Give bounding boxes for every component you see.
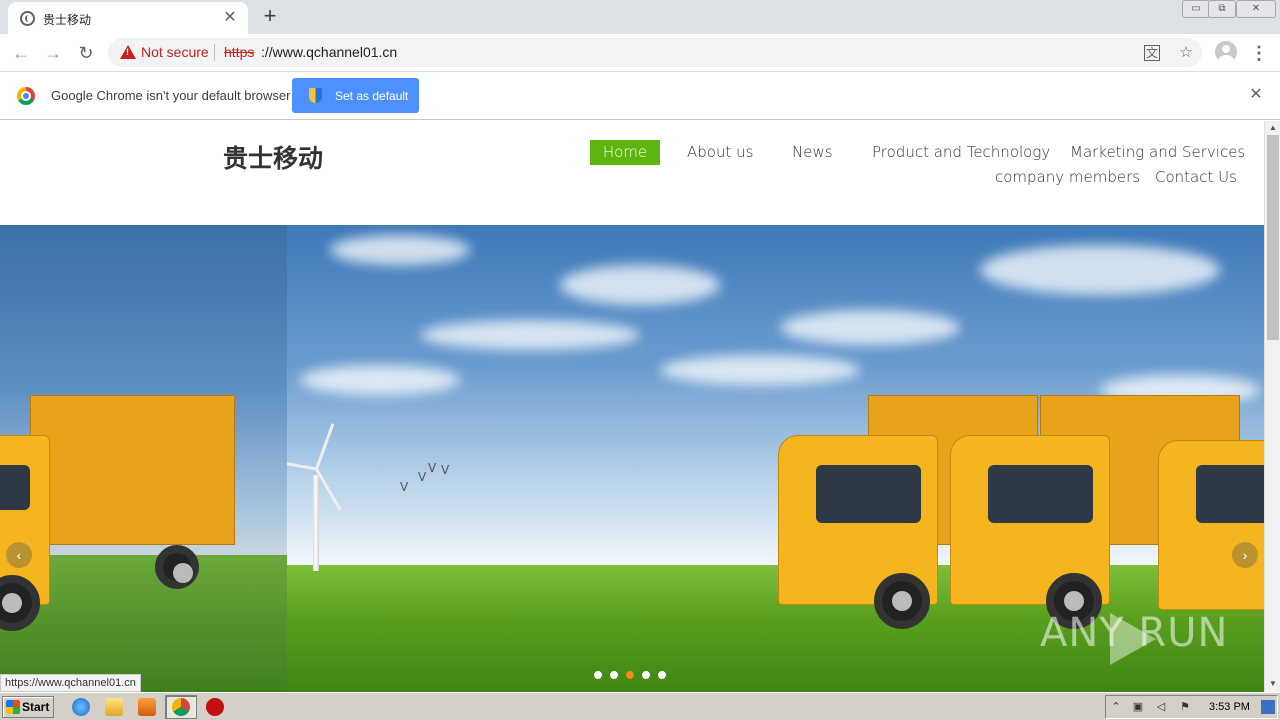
start-button[interactable]: Start: [2, 696, 54, 718]
hero-carousel[interactable]: ᐯ ᐯ ᐯ ᐯ ‹ › ANY RUN: [0, 225, 1264, 692]
set-as-default-label: Set as default: [335, 89, 409, 103]
nav-marketing-services[interactable]: Marketing and Services: [1070, 140, 1245, 165]
chrome-menu-icon[interactable]: ⋮: [1249, 41, 1269, 65]
minimize-button[interactable]: ▭: [1182, 0, 1210, 18]
anyrun-watermark: ANY RUN: [1040, 610, 1229, 656]
translate-icon[interactable]: 文: [1144, 45, 1160, 61]
uac-shield-icon: [309, 88, 322, 103]
profile-avatar-icon[interactable]: [1215, 41, 1237, 63]
scroll-up-icon[interactable]: ▲: [1265, 121, 1280, 135]
bird-icon: ᐯ: [428, 461, 437, 475]
truck-window: [816, 465, 921, 523]
truck-window: [1196, 465, 1264, 523]
truck-cargo-box: [30, 395, 235, 545]
internet-explorer-icon[interactable]: [72, 698, 90, 716]
new-tab-button[interactable]: +: [258, 5, 282, 29]
tab-title: 贵士移动: [43, 13, 92, 27]
link-status-bubble: https://www.qchannel01.cn: [0, 674, 141, 692]
browser-tab[interactable]: 贵士移动 ✕: [8, 2, 248, 34]
volume-icon[interactable]: ◁: [1154, 700, 1168, 714]
bird-icon: ᐯ: [418, 470, 427, 484]
forward-button[interactable]: →: [40, 40, 66, 66]
cloud: [980, 245, 1220, 295]
network-icon[interactable]: ▣: [1131, 700, 1145, 714]
nav-product-technology[interactable]: Product and Technology: [872, 140, 1050, 165]
file-explorer-icon[interactable]: [105, 698, 123, 716]
set-as-default-button[interactable]: Set as default: [292, 78, 419, 113]
nav-company-members[interactable]: company members: [995, 165, 1140, 190]
scrollbar-thumb[interactable]: [1267, 135, 1279, 340]
carousel-dot[interactable]: [642, 671, 650, 679]
turbine-blade: [315, 423, 335, 470]
default-browser-infobar: Google Chrome isn't your default browser…: [0, 71, 1280, 120]
bird-icon: ᐯ: [441, 463, 450, 477]
tray-expand-icon[interactable]: ⌃: [1109, 700, 1123, 714]
address-bar[interactable]: Not secure https ://www.qchannel01.cn 文 …: [108, 38, 1202, 67]
tab-strip: 贵士移动 ✕ + ▭ ⧉ ✕: [0, 0, 1280, 34]
warning-icon: [120, 45, 136, 59]
carousel-dot[interactable]: [658, 671, 666, 679]
chrome-taskbar-button[interactable]: [165, 695, 197, 719]
chrome-icon: [172, 698, 190, 716]
url-text: ://www.qchannel01.cn: [261, 44, 398, 60]
not-secure-label[interactable]: Not secure: [141, 44, 209, 60]
nav-news[interactable]: News: [792, 140, 833, 165]
chrome-logo-icon: [17, 87, 35, 105]
restore-button[interactable]: ⧉: [1208, 0, 1236, 18]
turbine-blade: [315, 468, 342, 512]
scroll-down-icon[interactable]: ▼: [1265, 677, 1280, 691]
windows-logo-icon: [6, 700, 20, 714]
window-close-button[interactable]: ✕: [1236, 0, 1276, 18]
cloud: [300, 365, 460, 395]
previous-slide-preview: [0, 225, 287, 692]
infobar-close-icon[interactable]: ✕: [1247, 86, 1265, 104]
carousel-dot[interactable]: [594, 671, 602, 679]
site-logo[interactable]: 贵士移动: [223, 139, 323, 175]
carousel-dot[interactable]: [610, 671, 618, 679]
cloud: [330, 235, 470, 265]
carousel-dot-active[interactable]: [626, 671, 634, 679]
media-player-icon[interactable]: [138, 698, 156, 716]
truck-window: [0, 465, 30, 510]
truck-window: [988, 465, 1093, 523]
cloud: [780, 310, 960, 345]
nav-home[interactable]: Home: [590, 140, 660, 165]
cloud: [660, 355, 860, 385]
opera-icon[interactable]: [206, 698, 224, 716]
omnibox-divider: [214, 44, 215, 61]
carousel-prev-button[interactable]: ‹: [6, 542, 32, 568]
page-scrollbar[interactable]: ▲ ▼: [1264, 121, 1280, 692]
nav-about-us[interactable]: About us: [687, 140, 753, 165]
show-desktop-icon[interactable]: [1261, 700, 1275, 714]
bird-icon: ᐯ: [400, 480, 409, 494]
back-button[interactable]: ←: [8, 40, 34, 66]
reload-button[interactable]: ↻: [73, 40, 99, 66]
truck-wheel: [155, 545, 199, 589]
infobar-message: Google Chrome isn't your default browser: [51, 88, 291, 103]
action-center-flag-icon[interactable]: ⚑: [1178, 700, 1192, 714]
carousel-next-button[interactable]: ›: [1232, 542, 1258, 568]
url-scheme: https: [224, 44, 255, 60]
cloud: [420, 320, 640, 350]
taskbar-clock[interactable]: 3:53 PM: [1209, 701, 1250, 713]
windows-taskbar: Start ⌃ ▣ ◁ ⚑ 3:53 PM: [0, 692, 1280, 720]
wind-turbine: [268, 423, 342, 571]
start-label: Start: [22, 700, 50, 714]
system-tray: ⌃ ▣ ◁ ⚑ 3:53 PM: [1105, 695, 1278, 719]
browser-toolbar: ← → ↻ Not secure https ://www.qchannel01…: [0, 34, 1280, 71]
tab-close-icon[interactable]: ✕: [220, 8, 240, 28]
nav-contact-us[interactable]: Contact Us: [1155, 165, 1237, 190]
cloud: [560, 265, 720, 305]
globe-icon: [20, 11, 35, 26]
web-page: 贵士移动 Home About us News Product and Tech…: [0, 121, 1264, 692]
bookmark-star-icon[interactable]: ☆: [1176, 43, 1196, 63]
truck-wheel: [874, 573, 930, 629]
